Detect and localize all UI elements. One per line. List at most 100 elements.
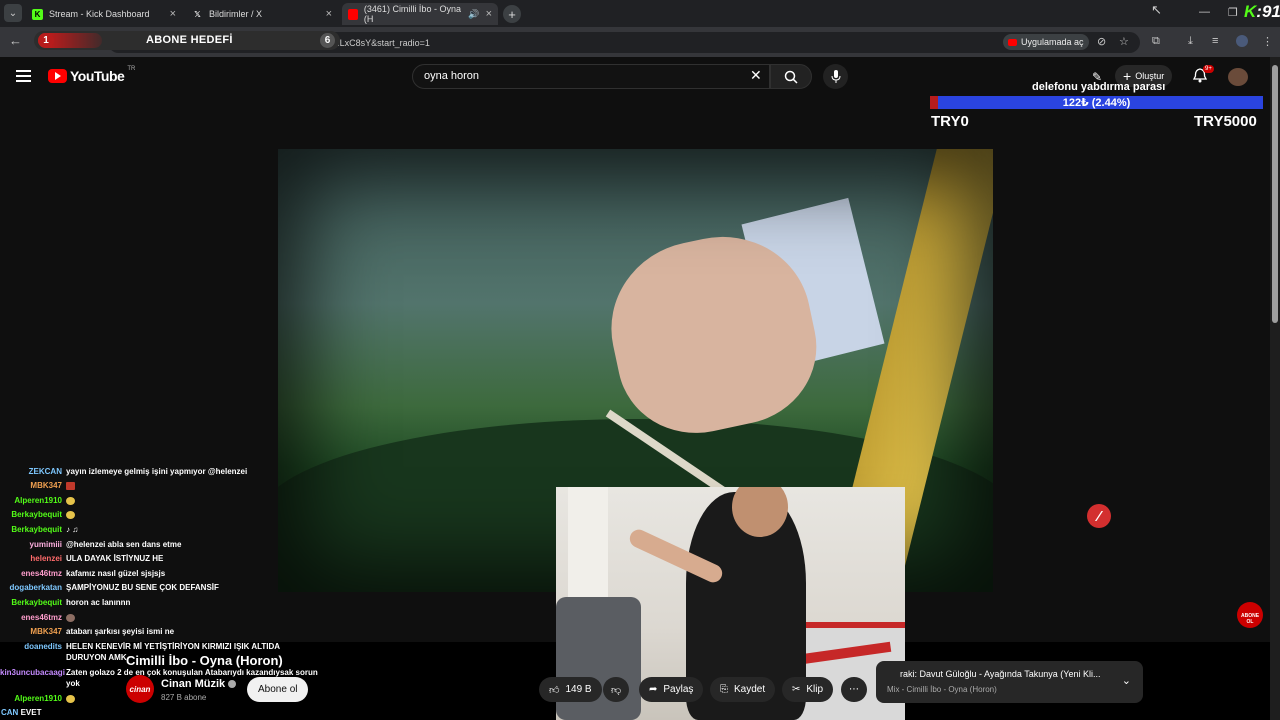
tab-search-icon[interactable]: ⌄ (4, 4, 22, 22)
minimize-icon[interactable]: — (1199, 6, 1210, 18)
create-label: Oluştur (1135, 71, 1165, 81)
channel-avatar[interactable]: cinan (126, 675, 154, 703)
chat-emote (66, 496, 75, 505)
thumbs-down-icon: 👎︎ (611, 684, 622, 696)
new-tab-button[interactable]: + (503, 5, 521, 23)
channel-name-text: Cinan Müzik (161, 678, 226, 690)
chat-username: MBK347 (30, 481, 62, 490)
profile-avatar[interactable] (1236, 35, 1248, 47)
share-button[interactable]: ➦ Paylaş (639, 677, 704, 702)
donation-goal-max: TRY5000 (1194, 113, 1257, 130)
subscribe-button[interactable]: Abone ol (247, 677, 309, 702)
youtube-icon (1008, 38, 1017, 46)
chat-text: @helenzei abla sen dans etme (66, 540, 182, 549)
chat-username: helenzei (30, 554, 62, 563)
search-input[interactable]: oyna horon (412, 64, 770, 89)
chat-text: yok (66, 679, 80, 688)
like-button[interactable]: 👍︎ 149 B (539, 677, 602, 702)
save-label: Kaydet (734, 684, 766, 695)
chat-username: dogaberkatan (9, 583, 62, 592)
notification-badge: 9+ (1203, 65, 1214, 73)
search-icon (784, 70, 798, 84)
chat-username: Berkaybequit (11, 525, 62, 534)
save-button[interactable]: ⎘ Kaydet (710, 677, 776, 702)
donation-goal-percent: 122₺ (2.44%) (1062, 97, 1131, 109)
chat-emote (66, 510, 75, 519)
search-button[interactable] (770, 64, 812, 89)
youtube-logo[interactable]: YouTube TR (48, 66, 136, 84)
page-scrollbar[interactable] (1270, 57, 1280, 720)
close-icon[interactable]: × (170, 8, 176, 20)
chat-username: CAN (1, 708, 19, 717)
back-icon[interactable]: ← (9, 33, 22, 48)
chat-text: HELEN KENEVİR Mİ YETİŞTİRİYON KIRMIZI IŞ… (66, 642, 281, 651)
chat-text: horon ac lanınnn (66, 598, 131, 607)
chat-username: Berkaybequit (11, 510, 62, 519)
close-icon[interactable]: × (486, 8, 492, 20)
media-icon[interactable]: ≡ (1212, 35, 1218, 47)
chat-username: kin3uncubacaagi (0, 668, 65, 677)
next-up-title: raki: Davut Güloğlu - Ayağında Takunya (… (900, 669, 1101, 679)
tab-youtube[interactable]: (3461) Cimilli İbo - Oyna (H 🔊 × (342, 3, 498, 25)
subscriber-goal-current: 1 (38, 33, 54, 48)
browser-tab-bar: ⌄ K Stream - Kick Dashboard × 𝕏 Bildirim… (0, 0, 1280, 27)
stream-logo-icon: ⁄ (1087, 504, 1111, 528)
tab-title: Bildirimler / X (209, 9, 263, 19)
menu-icon[interactable] (16, 70, 31, 85)
youtube-logo-text: YouTube (70, 68, 125, 84)
share-label: Paylaş (663, 684, 694, 695)
voice-search-button[interactable] (823, 64, 848, 89)
next-up-subtitle: Mix - Cimilli İbo - Oyna (Horon) (887, 685, 997, 694)
cursor-icon: ↖ (1151, 2, 1162, 17)
chat-emote: ♪ ♫ (66, 525, 79, 534)
chat-text: yayın izlemeye gelmiş işini yapmıyor @he… (66, 467, 248, 476)
scrollbar-thumb[interactable] (1272, 65, 1278, 323)
chat-emote (66, 613, 75, 622)
chat-username: MBK347 (30, 627, 62, 636)
restore-icon[interactable]: ❐ (1228, 6, 1238, 19)
chat-text: atabarı şarkısı şeyisi ismi ne (66, 627, 175, 636)
tab-title: Stream - Kick Dashboard (49, 9, 150, 19)
tab-kick-dashboard[interactable]: K Stream - Kick Dashboard × (26, 3, 182, 25)
video-title: Cimilli İbo - Oyna (Horon) (126, 653, 283, 668)
chat-text: ŞAMPİYONUZ BU SENE ÇOK DEFANSİF (66, 583, 219, 592)
download-icon[interactable]: ⤓ (1188, 35, 1193, 48)
chevron-down-icon[interactable]: ⌄ (1122, 674, 1131, 687)
dislike-button[interactable]: 👎︎ (603, 677, 630, 702)
youtube-play-icon (48, 69, 67, 83)
audio-icon[interactable]: 🔊 (468, 9, 479, 20)
channel-subscriber-count: 827 B abone (161, 693, 207, 702)
more-actions-button[interactable]: ⋯ (841, 677, 867, 702)
subscribe-badge: ABONE OL (1237, 602, 1263, 628)
close-icon[interactable]: × (326, 8, 332, 20)
more-menu-icon[interactable]: ⋮ (1262, 35, 1273, 48)
chat-emote (66, 694, 75, 703)
region-code: TR (127, 66, 136, 72)
youtube-icon (348, 8, 358, 20)
clear-search-icon[interactable]: ✕ (750, 67, 762, 84)
extensions-icon[interactable]: ⧉ (1152, 35, 1160, 48)
chat-username: Alperen1910 (14, 694, 62, 703)
clip-label: Klip (806, 684, 824, 695)
chat-text: DURUYON AMK (66, 653, 127, 662)
verified-icon (228, 680, 237, 689)
mic-icon (831, 69, 840, 83)
chat-text: kafamız nasıl güzel sjsjsjs (66, 569, 166, 578)
star-icon[interactable]: ☆ (1119, 35, 1129, 48)
share-icon: ➦ (649, 684, 658, 695)
chat-username: doanedits (24, 642, 62, 651)
chat-text: EVET (20, 708, 42, 717)
eye-off-icon[interactable]: ⊘ (1097, 35, 1106, 48)
tab-x-notifications[interactable]: 𝕏 Bildirimler / X × (186, 3, 338, 25)
more-icon: ⋯ (849, 684, 859, 695)
donation-goal-bar: 122₺ (2.44%) (930, 96, 1263, 109)
bookmark-icon: ⎘ (720, 684, 728, 695)
open-in-app-button[interactable]: Uygulamada aç (1003, 34, 1089, 50)
chat-username: enes46tmz (21, 613, 62, 622)
open-in-app-label: Uygulamada aç (1021, 37, 1084, 47)
clip-button[interactable]: ✂ Klip (782, 677, 834, 702)
chat-message: CAN EVET (1, 708, 41, 717)
channel-name[interactable]: Cinan Müzik (161, 678, 237, 690)
next-up-mix-card[interactable]: raki: Davut Güloğlu - Ayağında Takunya (… (876, 661, 1143, 703)
account-avatar[interactable] (1228, 68, 1248, 86)
